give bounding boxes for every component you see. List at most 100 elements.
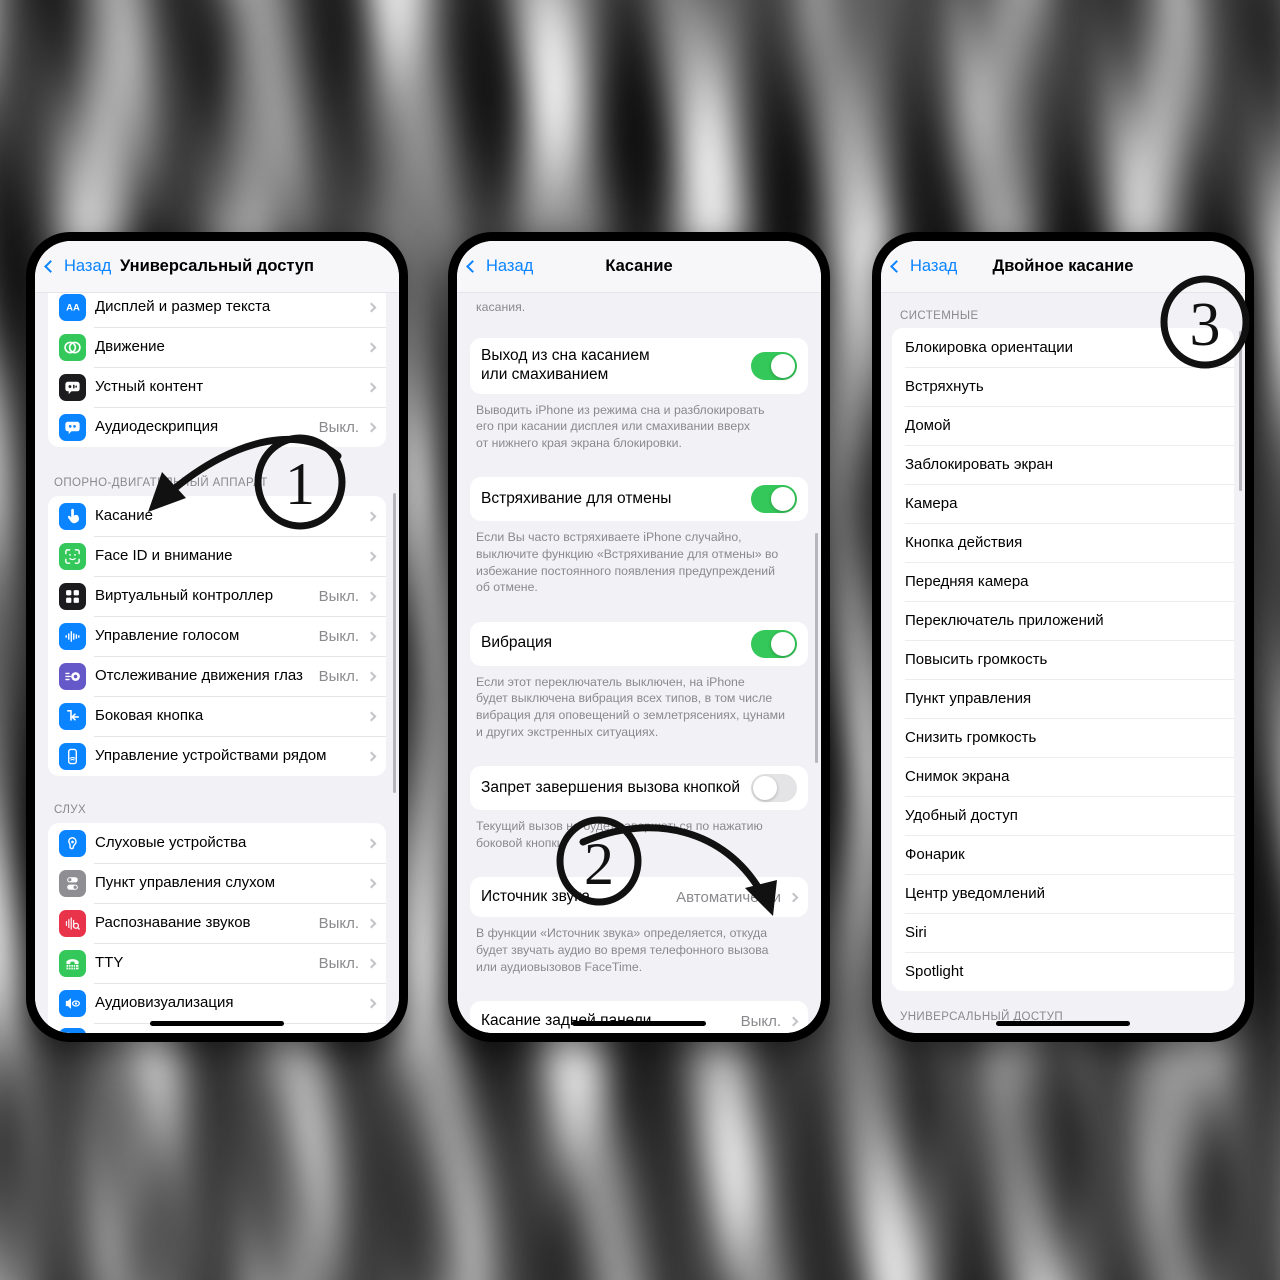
chevron-right-icon: [366, 342, 377, 352]
list-item[interactable]: Заблокировать экран: [892, 445, 1234, 484]
chevron-right-icon: [366, 551, 377, 561]
row-sound-recognition[interactable]: Распознавание звуков Выкл.: [48, 903, 386, 943]
row-label: Запрет завершения вызова кнопкой: [481, 778, 741, 796]
list-item[interactable]: Кнопка действия: [892, 523, 1234, 562]
list-item[interactable]: Удобный доступ: [892, 796, 1234, 835]
row-label: Дисплей и размер текста: [95, 297, 271, 315]
group-vibration: Вибрация: [470, 621, 808, 666]
row-value: Выкл.: [318, 627, 359, 645]
chevron-right-icon: [366, 302, 377, 312]
back-button-1[interactable]: Назад: [35, 257, 111, 276]
row-eye-tracking[interactable]: Отслеживание движения глаз Выкл.: [48, 656, 386, 696]
list-item[interactable]: Spotlight: [892, 952, 1234, 991]
row-voice-control[interactable]: Управление голосом Выкл.: [48, 616, 386, 656]
row-audio-descriptions[interactable]: Аудиодескрипция Выкл.: [48, 407, 386, 447]
row-value: Выкл.: [318, 587, 359, 605]
group-call-audio-routing: Источник звука Автоматически: [470, 877, 808, 918]
chevron-right-icon: [366, 422, 377, 432]
footer-vibration: Если этот переключатель выключен, на iPh…: [476, 674, 785, 739]
chevron-right-icon: [366, 751, 377, 761]
row-back-tap[interactable]: Касание задней панели Выкл.: [470, 1001, 808, 1033]
home-indicator-1: [150, 1021, 284, 1026]
row-side-button[interactable]: Боковая кнопка: [48, 696, 386, 736]
footer-shake-to-undo: Если Вы часто встряхиваете iPhone случай…: [476, 530, 779, 595]
group-display: AA Дисплей и размер текста Движение Устн…: [48, 293, 386, 447]
row-label: Управление голосом: [95, 626, 240, 644]
chevron-right-icon: [366, 958, 377, 968]
list-item[interactable]: Встряхнуть: [892, 367, 1234, 406]
screen-2: Назад Касание касания. Выход из сна каса…: [457, 241, 821, 1033]
toggle-shake-to-undo[interactable]: [751, 485, 797, 514]
row-wake-on-touch[interactable]: Выход из сна касанием или смахиванием: [470, 338, 808, 394]
footer-wake-on-touch: Выводить iPhone из режима сна и разблоки…: [476, 402, 765, 450]
toggle-vibration[interactable]: [751, 629, 797, 658]
list-item[interactable]: Снимок экрана: [892, 757, 1234, 796]
phone-1-accessibility-settings: Назад Универсальный доступ AA Дисплей и …: [26, 232, 408, 1042]
list-item[interactable]: Повысить громкость: [892, 640, 1234, 679]
toggle-prevent-lock-to-end-call[interactable]: [751, 774, 797, 803]
scrollbar-3[interactable]: [1239, 331, 1242, 491]
row-label: Слуховые устройства: [95, 833, 247, 851]
row-touch[interactable]: Касание: [48, 496, 386, 536]
row-hearing-control-center[interactable]: Пункт управления слухом: [48, 863, 386, 903]
row-label: Пункт управления слухом: [95, 873, 276, 891]
row-shake-to-undo[interactable]: Встряхивание для отмены: [470, 477, 808, 521]
group-shake-to-undo: Встряхивание для отмены: [470, 477, 808, 522]
row-value: Автоматически: [676, 888, 781, 906]
settings-list-1[interactable]: AA Дисплей и размер текста Движение Устн…: [35, 293, 399, 1033]
back-button-2[interactable]: Назад: [457, 257, 533, 276]
settings-list-2[interactable]: касания. Выход из сна касанием или смахи…: [457, 293, 821, 1033]
list-item[interactable]: Фонарик: [892, 835, 1234, 874]
group-hearing: Слуховые устройства Пункт управления слу…: [48, 823, 386, 1033]
display-text-size-icon: AA: [59, 293, 86, 321]
list-item[interactable]: Передняя камера: [892, 562, 1234, 601]
touch-icon: [59, 502, 86, 530]
group-system-actions: Блокировка ориентации Встряхнуть Домой Забл…: [892, 328, 1234, 991]
row-tty[interactable]: TTY Выкл.: [48, 943, 386, 983]
chevron-right-icon: [366, 998, 377, 1008]
row-label: Виртуальный контроллер: [95, 586, 274, 604]
row-face-id[interactable]: Face ID и внимание: [48, 536, 386, 576]
chevron-left-icon: [466, 260, 479, 273]
audio-visual-icon: [59, 989, 86, 1017]
row-value: Выкл.: [318, 418, 359, 436]
row-audio-visual[interactable]: Аудиовизуализация: [48, 983, 386, 1023]
row-vibration[interactable]: Вибрация: [470, 622, 808, 666]
scrollbar-1[interactable]: [393, 493, 396, 793]
navbar-1: Назад Универсальный доступ: [35, 241, 399, 293]
settings-list-3[interactable]: СИСТЕМНЫЕ Блокировка ориентации Встряхнут…: [881, 293, 1245, 1033]
toggle-wake-on-touch[interactable]: [751, 351, 797, 380]
screen-3: Назад Двойное касание СИСТЕМНЫЕ Блокиров…: [881, 241, 1245, 1033]
chevron-right-icon: [788, 1016, 799, 1027]
row-spoken-content[interactable]: Устный контент: [48, 367, 386, 407]
chevron-right-icon: [366, 878, 377, 888]
back-button-3[interactable]: Назад: [881, 257, 957, 276]
list-item[interactable]: Снизить громкость: [892, 718, 1234, 757]
home-indicator-2: [572, 1021, 706, 1026]
list-item[interactable]: Центр уведомлений: [892, 874, 1234, 913]
row-motion[interactable]: Движение: [48, 327, 386, 367]
row-label: Встряхивание для отмены: [481, 489, 672, 507]
list-item[interactable]: Блокировка ориентации: [892, 328, 1234, 367]
group-wake-on-touch: Выход из сна касанием или смахиванием: [470, 337, 808, 394]
list-item[interactable]: Пункт управления: [892, 679, 1234, 718]
row-switch-control[interactable]: Виртуальный контроллер Выкл.: [48, 576, 386, 616]
list-item[interactable]: Камера: [892, 484, 1234, 523]
list-item[interactable]: Siri: [892, 913, 1234, 952]
row-nearby-devices[interactable]: Управление устройствами рядом: [48, 736, 386, 776]
row-label: Аудиодескрипция: [95, 417, 219, 435]
row-call-audio-routing[interactable]: Источник звука Автоматически: [470, 877, 808, 917]
screen-1: Назад Универсальный доступ AA Дисплей и …: [35, 241, 399, 1033]
chevron-left-icon: [44, 260, 57, 273]
row-prevent-lock-to-end-call[interactable]: Запрет завершения вызова кнопкой: [470, 766, 808, 810]
eye-tracking-icon: [59, 662, 86, 690]
scrollbar-2[interactable]: [815, 533, 818, 763]
switch-control-icon: [59, 582, 86, 610]
row-label: Управление устройствами рядом: [95, 746, 327, 764]
list-item[interactable]: Переключатель приложений: [892, 601, 1234, 640]
list-item[interactable]: Домой: [892, 406, 1234, 445]
row-value: Выкл.: [318, 954, 359, 972]
row-value: Выкл.: [318, 667, 359, 685]
row-hearing-devices[interactable]: Слуховые устройства: [48, 823, 386, 863]
row-display-text-size[interactable]: AA Дисплей и размер текста: [48, 293, 386, 327]
